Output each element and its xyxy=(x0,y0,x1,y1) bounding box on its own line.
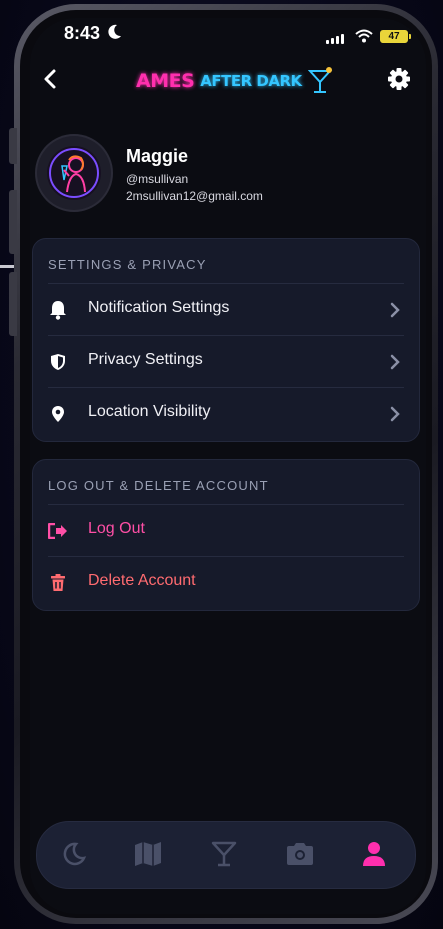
tab-camera[interactable] xyxy=(283,837,317,871)
moon-icon xyxy=(63,842,87,866)
app-logo: AMES AFTER DARK xyxy=(136,66,334,96)
profile-username: @msullivan xyxy=(126,172,189,186)
delete-account-row[interactable]: Delete Account xyxy=(48,556,404,609)
moon-icon xyxy=(108,24,121,39)
profile-section: Maggie @msullivan 2msullivan12@gmail.com xyxy=(30,136,426,212)
cocktail-icon xyxy=(211,841,237,867)
log-out-row[interactable]: Log Out xyxy=(48,504,404,557)
tab-drinks[interactable] xyxy=(207,837,241,871)
profile-name: Maggie xyxy=(126,146,189,166)
location-visibility-row[interactable]: Location Visibility xyxy=(48,387,404,440)
battery-level: 47 xyxy=(388,31,400,42)
volume-down-button xyxy=(9,272,17,336)
row-label: Log Out xyxy=(88,520,145,537)
section-title: SETTINGS & PRIVACY xyxy=(48,257,207,272)
map-icon xyxy=(135,842,161,866)
shield-icon xyxy=(48,352,68,372)
logout-icon xyxy=(48,521,68,541)
row-label: Notification Settings xyxy=(88,299,230,316)
wifi-icon xyxy=(355,29,373,43)
app-header: AMES AFTER DARK xyxy=(30,60,426,100)
avatar-frame[interactable] xyxy=(37,136,111,210)
profile-email: 2msullivan12@gmail.com xyxy=(126,189,263,203)
camera-icon xyxy=(287,843,313,865)
status-time: 8:43 xyxy=(64,23,101,43)
cocktail-logo-icon xyxy=(307,67,332,93)
app-screen: 8:43 47 AMES AFTER DARK Maggie @msulliva… xyxy=(30,18,426,914)
gear-icon[interactable] xyxy=(386,66,412,92)
logo-text-after-dark: AFTER DARK xyxy=(200,72,302,90)
settings-privacy-card: SETTINGS & PRIVACY Notification Settings… xyxy=(32,238,420,442)
row-label: Location Visibility xyxy=(88,403,211,420)
chevron-right-icon xyxy=(390,354,400,370)
section-title: LOG OUT & DELETE ACCOUNT xyxy=(48,478,269,493)
row-label: Privacy Settings xyxy=(88,351,203,368)
chevron-right-icon xyxy=(390,302,400,318)
status-bar: 8:43 47 xyxy=(30,18,426,58)
bottom-tab-bar xyxy=(36,821,416,889)
tab-tonight[interactable] xyxy=(57,837,91,871)
mute-switch xyxy=(9,128,17,164)
logout-delete-card: LOG OUT & DELETE ACCOUNT Log Out Delete … xyxy=(32,459,420,611)
trash-icon xyxy=(48,573,68,593)
chevron-right-icon xyxy=(390,406,400,422)
tab-profile[interactable] xyxy=(357,837,391,871)
back-button[interactable] xyxy=(38,66,64,92)
battery-indicator: 47 xyxy=(380,30,411,43)
user-icon xyxy=(363,842,385,866)
tab-map[interactable] xyxy=(131,837,165,871)
logo-text-ames: AMES xyxy=(136,70,195,92)
row-label: Delete Account xyxy=(88,572,196,589)
signal-icon xyxy=(326,34,344,44)
neon-woman-avatar-image xyxy=(49,148,99,198)
location-pin-icon xyxy=(48,404,68,424)
bell-icon xyxy=(48,300,68,320)
privacy-settings-row[interactable]: Privacy Settings xyxy=(48,335,404,388)
avatar xyxy=(47,146,101,200)
notification-settings-row[interactable]: Notification Settings xyxy=(48,283,404,336)
volume-up-button xyxy=(9,190,17,254)
